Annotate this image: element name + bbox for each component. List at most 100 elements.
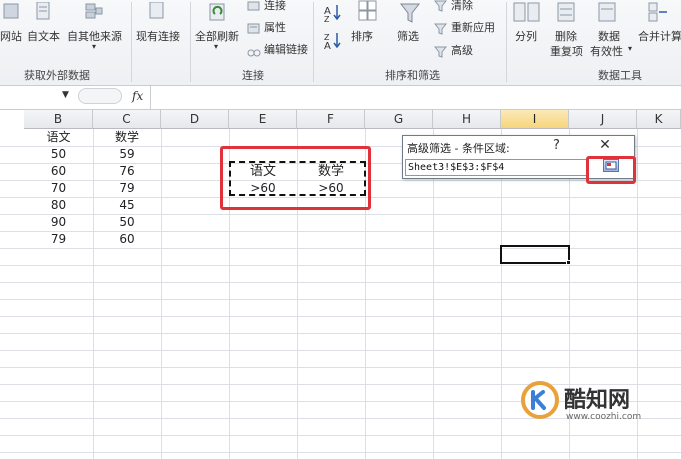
cell-B1[interactable]: 语文 <box>24 129 93 146</box>
remove-duplicates-button-line2[interactable]: 重复项 <box>550 43 583 59</box>
edit-links-icon <box>247 43 261 62</box>
dialog-title: 高级筛选 - 条件区域: <box>407 142 510 155</box>
sort-ascending-icon: AZ <box>323 2 343 26</box>
svg-text:Z: Z <box>324 15 330 22</box>
filter-button[interactable]: 筛选 <box>397 28 419 44</box>
sort-dialog-icon[interactable] <box>358 0 378 26</box>
advanced-filter-icon <box>433 43 448 62</box>
refresh-all-icon <box>207 2 229 28</box>
existing-connections-button[interactable]: 现有连接 <box>136 28 180 44</box>
column-header-E[interactable]: E <box>229 110 297 129</box>
chevron-down-icon[interactable]: ▾ <box>628 44 632 53</box>
cell-B3[interactable]: 60 <box>24 163 93 180</box>
edit-links-button[interactable]: 编辑链接 <box>264 41 308 57</box>
data-validation-button-line2[interactable]: 有效性 <box>590 43 623 59</box>
sort-button[interactable]: 排序 <box>351 28 373 44</box>
expand-button-highlight-box <box>586 156 636 184</box>
cell-B7[interactable]: 79 <box>24 231 93 248</box>
formula-input[interactable] <box>150 86 681 109</box>
remove-duplicates-icon <box>557 2 579 28</box>
group-divider <box>313 2 314 82</box>
text-to-columns-icon <box>513 2 541 28</box>
criteria-range-input[interactable]: Sheet3!$E$3:$F$4 <box>405 159 587 176</box>
cell-C4[interactable]: 79 <box>93 180 161 197</box>
watermark-url: www.coozhi.com <box>566 412 642 422</box>
column-header-J[interactable]: J <box>569 110 637 129</box>
clear-filter-icon <box>433 0 448 16</box>
fill-handle[interactable] <box>566 260 571 265</box>
data-validation-icon <box>598 2 620 28</box>
column-header-B[interactable]: B <box>24 110 93 129</box>
grid-line <box>161 129 162 459</box>
chevron-down-icon[interactable]: ▾ <box>92 42 96 51</box>
properties-button[interactable]: 属性 <box>264 19 286 35</box>
connections-button[interactable]: 连接 <box>264 0 286 13</box>
reapply-icon <box>433 20 448 39</box>
filter-icon <box>399 2 423 30</box>
grid-line <box>0 333 681 334</box>
group-label-sort-filter: 排序和筛选 <box>385 69 440 82</box>
from-text-button[interactable]: 自文本 <box>27 28 60 44</box>
column-header-F[interactable]: F <box>297 110 365 129</box>
group-divider <box>131 2 132 82</box>
grid-line <box>0 299 681 300</box>
reapply-button[interactable]: 重新应用 <box>451 19 495 35</box>
watermark-brand: 酷知网 <box>564 388 631 413</box>
cell-B2[interactable]: 50 <box>24 146 93 163</box>
grid-line <box>0 350 681 351</box>
column-header-K[interactable]: K <box>637 110 681 129</box>
cell-C2[interactable]: 59 <box>93 146 161 163</box>
column-header-C[interactable]: C <box>93 110 161 129</box>
ribbon: 网站 自文本 自其他来源 ▾ 现有连接 获取外部数据 全部刷新 ▾ 连接 属性 … <box>0 0 681 86</box>
sort-descending-icon: ZA <box>323 30 343 54</box>
other-sources-icon <box>84 2 104 26</box>
web-icon <box>2 2 20 26</box>
grid-line <box>0 435 681 436</box>
from-web-button[interactable]: 网站 <box>0 28 22 44</box>
grid-line <box>0 282 681 283</box>
grid-line <box>0 316 681 317</box>
connections-icon <box>247 0 261 17</box>
existing-connections-icon <box>148 1 166 26</box>
consolidate-icon <box>648 2 670 28</box>
data-validation-button[interactable]: 数据 <box>598 28 620 44</box>
group-label-get-external-data: 获取外部数据 <box>24 69 90 82</box>
svg-text:A: A <box>324 41 331 50</box>
group-label-data-tools: 数据工具 <box>598 69 642 82</box>
consolidate-button[interactable]: 合并计算 <box>638 28 681 44</box>
insert-function-icon[interactable]: fx <box>132 89 143 103</box>
cell-B6[interactable]: 90 <box>24 214 93 231</box>
formula-bar: ▼ fx <box>0 86 681 110</box>
name-box-dropdown-icon[interactable]: ▼ <box>62 90 69 100</box>
criteria-highlight-box <box>220 146 371 210</box>
column-header-G[interactable]: G <box>365 110 433 129</box>
grid-line <box>0 452 681 453</box>
text-file-icon <box>34 1 52 26</box>
column-header-D[interactable]: D <box>161 110 229 129</box>
grid-line <box>0 248 681 249</box>
cell-B5[interactable]: 80 <box>24 197 93 214</box>
grid-line <box>0 367 681 368</box>
clear-filter-button[interactable]: 清除 <box>451 0 473 13</box>
coozhi-logo-icon <box>521 381 559 419</box>
chevron-down-icon[interactable]: ▾ <box>214 42 218 51</box>
remove-duplicates-button[interactable]: 删除 <box>555 28 577 44</box>
cell-C3[interactable]: 76 <box>93 163 161 180</box>
help-button[interactable]: ? <box>553 138 560 153</box>
cell-B4[interactable]: 70 <box>24 180 93 197</box>
cell-C5[interactable]: 45 <box>93 197 161 214</box>
group-divider <box>190 2 191 82</box>
group-divider <box>506 2 507 82</box>
advanced-filter-button[interactable]: 高级 <box>451 42 473 58</box>
grid-line <box>0 265 681 266</box>
close-button[interactable]: ✕ <box>593 136 617 154</box>
cell-C7[interactable]: 60 <box>93 231 161 248</box>
formula-bar-separator[interactable] <box>78 88 122 104</box>
active-cell-selection[interactable] <box>500 245 570 264</box>
column-header-H[interactable]: H <box>433 110 501 129</box>
group-label-connections: 连接 <box>242 69 264 82</box>
cell-C1[interactable]: 数学 <box>93 129 161 146</box>
cell-C6[interactable]: 50 <box>93 214 161 231</box>
column-header-I[interactable]: I <box>501 110 569 129</box>
text-to-columns-button[interactable]: 分列 <box>515 28 537 44</box>
